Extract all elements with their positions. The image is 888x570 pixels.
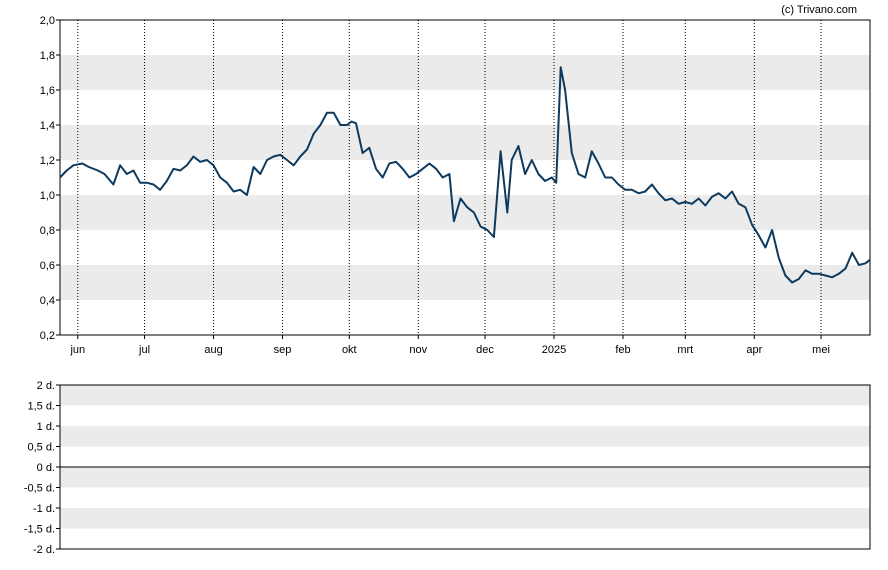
- bottom-band: [60, 508, 870, 529]
- x-tick-label: jun: [69, 344, 85, 356]
- y-tick-label: 0,2: [40, 330, 55, 342]
- chart-svg: 2,0 1,8 1,6 1,4 1,2 1,0 0,8 0,6 0,4 0,2 jun jul aug…: [24, 4, 871, 556]
- bottom-y-tick-label: 0 d.: [37, 462, 55, 474]
- top-band: [60, 125, 870, 160]
- bottom-panel-bands: [60, 385, 870, 529]
- chart-area: 2,0 1,8 1,6 1,4 1,2 1,0 0,8 0,6 0,4 0,2 jun jul aug…: [0, 0, 888, 565]
- y-tick-label: 1,6: [40, 85, 55, 97]
- top-panel-x-axis: jun jul aug sep okt nov dec 2025 feb mrt apr mei: [69, 335, 830, 356]
- bottom-panel-y-axis: 2 d. 1,5 d. 1 d. 0,5 d. 0 d. -0,5 d. -1 d. -1,5…: [24, 380, 60, 556]
- y-tick-label: 1,0: [40, 190, 55, 202]
- bottom-y-tick-label: -1,5 d.: [24, 524, 55, 536]
- bottom-band: [60, 385, 870, 406]
- x-tick-label: mei: [812, 344, 830, 356]
- bottom-y-tick-label: -1 d.: [33, 503, 55, 515]
- bottom-y-tick-label: -2 d.: [33, 544, 55, 556]
- top-panel-y-axis: 2,0 1,8 1,6 1,4 1,2 1,0 0,8 0,6 0,4 0,2: [40, 15, 60, 342]
- x-tick-label: feb: [615, 344, 630, 356]
- x-tick-label: jul: [138, 344, 150, 356]
- x-tick-label: sep: [274, 344, 292, 356]
- bottom-band: [60, 426, 870, 447]
- x-tick-label: dec: [476, 344, 494, 356]
- price-line: [59, 66, 871, 284]
- y-tick-label: 2,0: [40, 15, 55, 27]
- x-tick-label: apr: [746, 344, 762, 356]
- y-tick-label: 0,6: [40, 260, 55, 272]
- y-tick-label: 0,4: [40, 295, 55, 307]
- x-tick-label: 2025: [542, 344, 566, 356]
- top-panel-bands: [60, 55, 870, 300]
- watermark: (c) Trivano.com: [781, 4, 857, 16]
- bottom-y-tick-label: 0,5 d.: [27, 442, 55, 454]
- x-tick-label: aug: [204, 344, 222, 356]
- y-tick-label: 1,8: [40, 50, 55, 62]
- x-tick-label: mrt: [677, 344, 693, 356]
- bottom-y-tick-label: -0,5 d.: [24, 483, 55, 495]
- y-tick-label: 0,8: [40, 225, 55, 237]
- y-tick-label: 1,2: [40, 155, 55, 167]
- bottom-y-tick-label: 2 d.: [37, 380, 55, 392]
- bottom-y-tick-label: 1 d.: [37, 421, 55, 433]
- bottom-y-tick-label: 1,5 d.: [27, 401, 55, 413]
- bottom-band: [60, 467, 870, 488]
- x-tick-label: okt: [342, 344, 357, 356]
- x-tick-label: nov: [409, 344, 427, 356]
- price-series: [59, 66, 871, 284]
- y-tick-label: 1,4: [40, 120, 55, 132]
- top-band: [60, 55, 870, 90]
- top-band: [60, 265, 870, 300]
- top-band: [60, 195, 870, 230]
